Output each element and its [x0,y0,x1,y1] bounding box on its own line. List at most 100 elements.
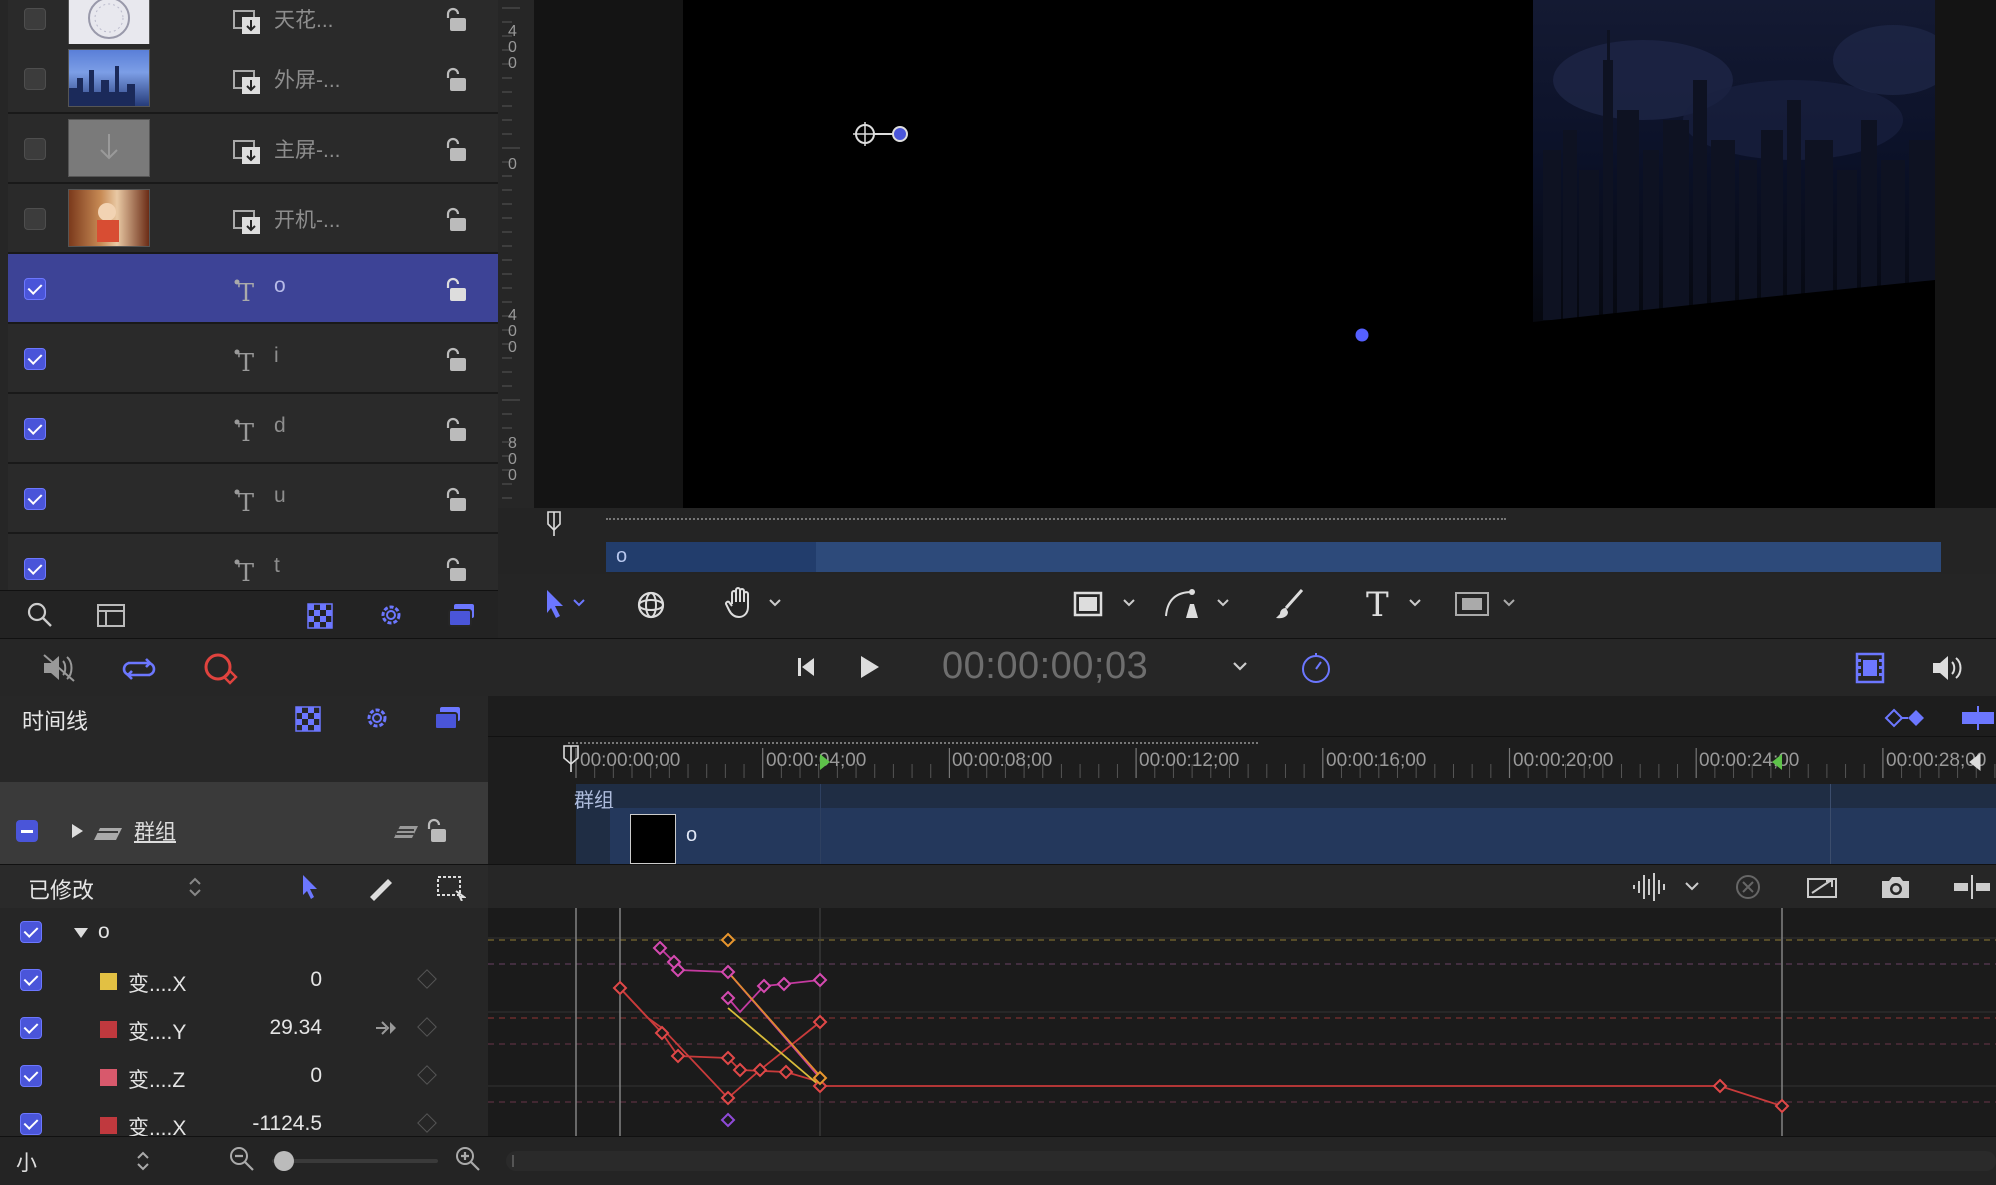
group-track[interactable]: 群组 o [574,784,1996,864]
layer-checkbox[interactable] [24,8,46,30]
param-row[interactable]: 变....X -1124.5 [0,1100,488,1136]
orbit-3d-icon[interactable] [634,588,668,622]
zoom-slider-thumb[interactable] [274,1151,294,1171]
playhead-icon[interactable] [560,744,584,774]
mask-rectangle-icon[interactable] [1454,588,1490,620]
clip-o[interactable]: o [610,808,1996,864]
lock-icon[interactable] [442,556,470,584]
text-tool-icon[interactable]: T [1364,586,1394,622]
layout-icon[interactable] [96,601,126,629]
param-checkbox[interactable] [20,969,42,991]
param-value[interactable]: 0 [310,1064,322,1088]
chevron-down-icon[interactable] [1684,881,1700,893]
go-to-start-icon[interactable] [796,655,816,679]
timeline-ruler[interactable]: 00:00:00;00 00:00:04;00 00:00:08;00 00:0… [488,738,1996,782]
camera-snapshot-icon[interactable] [1878,873,1912,901]
play-icon[interactable] [858,653,880,681]
search-icon[interactable] [26,601,54,629]
layer-checkbox[interactable] [24,348,46,370]
lock-icon[interactable] [442,486,470,514]
marquee-select-icon[interactable] [434,873,466,901]
layer-row[interactable]: 开机-... [8,184,498,254]
chevron-down-icon[interactable] [1502,598,1516,608]
loop-icon[interactable] [120,651,160,685]
timeline-tracks[interactable]: 00:00:00;00 00:00:04;00 00:00:08;00 00:0… [488,696,1996,864]
select-arrow-icon[interactable] [300,873,320,901]
filter-select[interactable]: 已修改 [28,873,94,905]
zoom-in-icon[interactable] [454,1145,482,1173]
library-checker-icon[interactable] [294,704,324,732]
layer-row-selected[interactable]: T o [8,254,498,324]
clear-icon[interactable] [1734,873,1762,901]
hand-pan-icon[interactable] [724,586,756,622]
film-strip-icon[interactable] [1854,651,1886,685]
group-name[interactable]: 群组 [134,816,176,846]
zoom-out-icon[interactable] [228,1145,256,1173]
lock-icon[interactable] [442,206,470,234]
keyframe-toggle[interactable] [417,969,437,989]
lock-icon[interactable] [442,346,470,374]
keyframe-toggle[interactable] [417,1065,437,1085]
playhead-icon[interactable] [542,508,568,538]
snap-icon[interactable] [1952,873,1992,901]
record-icon[interactable] [202,649,242,685]
layer-checkbox[interactable] [24,558,46,580]
in-marker-icon[interactable] [818,752,832,772]
param-row[interactable]: 变....Z 0 [0,1052,488,1100]
stack-icon[interactable] [432,704,464,732]
param-row[interactable]: 变....X 0 [0,956,488,1004]
disclosure-triangle-down-icon[interactable] [72,926,90,940]
param-value[interactable]: 29.34 [269,1016,322,1040]
lock-icon[interactable] [442,276,470,304]
layer-checkbox[interactable] [24,278,46,300]
lock-icon[interactable] [442,136,470,164]
chevron-down-icon[interactable] [1216,598,1230,608]
snap-icon[interactable] [1960,706,1996,730]
layer-checkbox[interactable] [24,488,46,510]
timecode-display[interactable]: 00:00:00;03 [942,645,1148,688]
chevron-down-icon[interactable] [1232,661,1248,673]
lock-icon[interactable] [424,818,450,844]
param-value[interactable]: -1124.5 [252,1112,322,1136]
group-partial-checkbox[interactable] [16,820,38,842]
gear-icon[interactable] [376,601,406,629]
stack-icon[interactable] [446,601,478,629]
keyframe-toggle[interactable] [417,1113,437,1133]
layer-row[interactable]: 主屏-... [8,114,498,184]
lock-icon[interactable] [442,416,470,444]
end-marker-icon[interactable] [1968,752,1982,772]
chevron-down-icon[interactable] [768,598,782,608]
layer-row[interactable]: T d [8,394,498,464]
group-track-header[interactable]: 群组 [0,782,488,864]
motion-path-point[interactable] [1354,327,1370,343]
audio-mute-icon[interactable] [40,651,78,685]
param-value[interactable]: 0 [310,968,322,992]
keyframe-curves[interactable] [488,908,1996,1136]
layer-checkbox[interactable] [24,138,46,160]
paint-brush-icon[interactable] [1272,586,1306,622]
audio-waveform-icon[interactable] [1630,871,1668,903]
mini-timeline-bar[interactable]: o [606,542,1941,572]
lock-icon[interactable] [442,66,470,94]
speaker-icon[interactable] [1930,653,1966,683]
param-checkbox[interactable] [20,1113,42,1135]
zoom-slider-track[interactable] [272,1159,438,1163]
param-row[interactable]: 变....Y 29.34 [0,1004,488,1052]
layer-checkbox[interactable] [24,418,46,440]
layer-checkbox[interactable] [24,68,46,90]
chevron-down-icon[interactable] [1408,598,1422,608]
layer-row[interactable]: T u [8,464,498,534]
bezier-pen-icon[interactable] [1162,586,1206,622]
updown-chevron-icon[interactable] [136,1149,150,1173]
chevron-down-icon[interactable] [1122,598,1136,608]
anchor-point-handle[interactable] [853,120,933,150]
lock-icon[interactable] [442,6,470,34]
canvas-stage[interactable] [683,0,1935,508]
timer-icon[interactable] [1298,649,1334,685]
layer-row[interactable]: T t [8,534,498,592]
param-checkbox[interactable] [20,1017,42,1039]
size-select[interactable]: 小 [16,1147,37,1177]
next-keyframe-icon[interactable] [374,1018,398,1038]
horizontal-scrollbar[interactable] [506,1151,1996,1171]
keyframe-nav-icon[interactable] [1884,708,1934,728]
